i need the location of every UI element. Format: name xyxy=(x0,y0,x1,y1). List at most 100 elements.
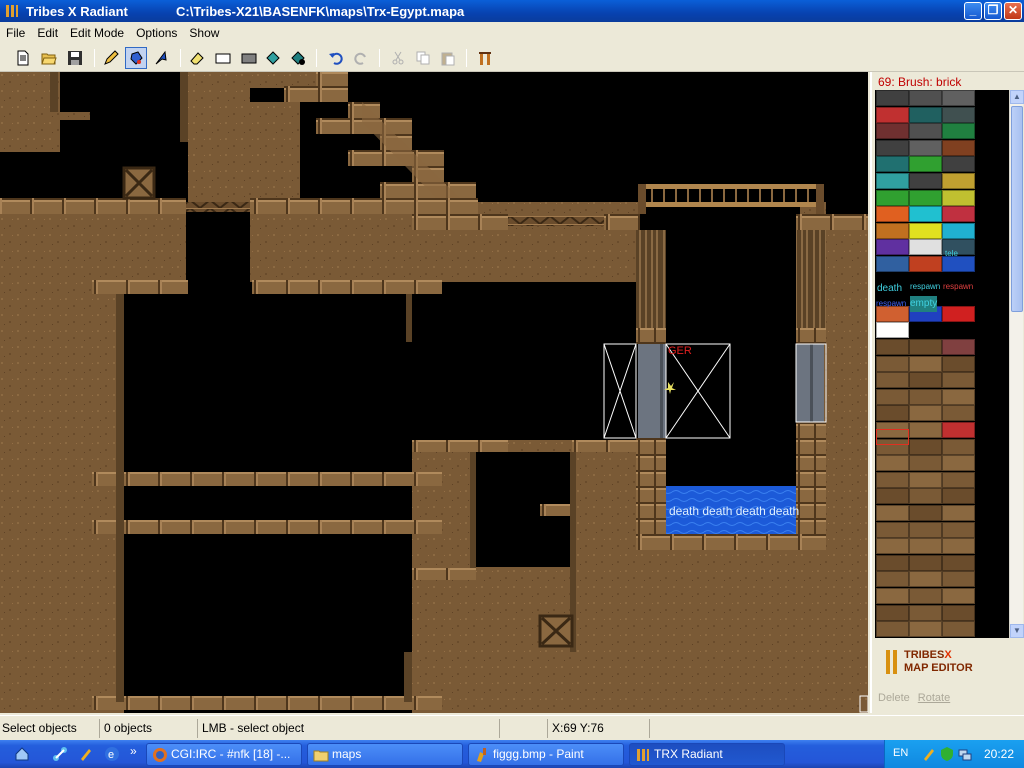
palette-tile[interactable] xyxy=(942,405,975,422)
paint-bucket-icon[interactable] xyxy=(125,47,147,69)
filled-rectangle-icon[interactable] xyxy=(238,47,260,69)
palette-tile[interactable] xyxy=(876,222,909,239)
palette-tile[interactable] xyxy=(909,372,942,389)
palette-tile[interactable] xyxy=(876,455,909,472)
palette-tile[interactable] xyxy=(876,538,909,555)
winamp-tray-icon[interactable] xyxy=(921,746,937,762)
palette-tile[interactable] xyxy=(942,173,975,189)
save-disk-icon[interactable] xyxy=(64,47,86,69)
palette-tile[interactable] xyxy=(909,488,942,505)
palette-tile[interactable] xyxy=(942,139,975,156)
menu-edit[interactable]: Edit xyxy=(31,26,64,40)
palette-tile[interactable] xyxy=(876,156,909,173)
palette-tile[interactable] xyxy=(876,339,909,355)
palette-tile[interactable] xyxy=(909,571,942,588)
palette-tile[interactable] xyxy=(909,239,942,256)
menu-edit-mode[interactable]: Edit Mode xyxy=(64,26,130,40)
palette-tile[interactable] xyxy=(876,604,909,621)
palette-tile[interactable] xyxy=(909,538,942,555)
palette-tile[interactable] xyxy=(909,604,942,621)
task-maps[interactable]: maps xyxy=(307,743,463,766)
palette-tile[interactable] xyxy=(942,621,975,638)
copy-icon[interactable] xyxy=(412,47,434,69)
palette-tile[interactable] xyxy=(909,355,942,372)
palette-tile[interactable] xyxy=(942,588,975,604)
delete-button[interactable]: Delete xyxy=(878,692,910,704)
palette-tile[interactable] xyxy=(876,571,909,588)
palette-tile[interactable] xyxy=(942,455,975,472)
open-folder-icon[interactable] xyxy=(38,47,60,69)
palette-death[interactable]: death xyxy=(877,281,902,297)
palette-tile[interactable] xyxy=(909,405,942,422)
palette-tile[interactable] xyxy=(909,339,942,355)
brush-palette[interactable]: death respawn respawn respawn empty tele xyxy=(875,90,1009,638)
tiles-fill-icon[interactable] xyxy=(287,47,309,69)
palette-respawn-3[interactable]: respawn xyxy=(876,296,906,312)
task-trx-radiant[interactable]: TRX Radiant xyxy=(629,743,785,766)
palette-tile[interactable] xyxy=(909,621,942,638)
palette-tile[interactable] xyxy=(942,189,975,206)
palette-tile[interactable] xyxy=(909,90,942,106)
palette-tile[interactable] xyxy=(909,156,942,173)
paste-icon[interactable] xyxy=(437,47,459,69)
palette-tile[interactable] xyxy=(909,256,942,272)
palette-empty[interactable]: empty xyxy=(910,296,938,312)
palette-tile[interactable] xyxy=(942,123,975,140)
palette-tile[interactable] xyxy=(876,123,909,140)
palette-tile[interactable] xyxy=(909,505,942,521)
palette-tile[interactable] xyxy=(909,471,942,488)
palette-tile[interactable] xyxy=(942,388,975,405)
palette-tile[interactable] xyxy=(909,388,942,405)
palette-tile[interactable] xyxy=(876,322,909,339)
palette-tile[interactable] xyxy=(942,438,975,455)
palette-tile[interactable] xyxy=(876,505,909,521)
palette-tile[interactable] xyxy=(876,256,909,272)
palette-tile[interactable] xyxy=(876,355,909,372)
palette-tile[interactable] xyxy=(876,405,909,422)
network-icon[interactable] xyxy=(52,746,68,762)
palette-tile[interactable] xyxy=(876,372,909,389)
palette-tile[interactable] xyxy=(876,90,909,106)
browser-icon[interactable]: e xyxy=(104,746,120,762)
palette-tile[interactable] xyxy=(909,206,942,223)
palette-tile[interactable] xyxy=(942,538,975,555)
winamp-icon[interactable] xyxy=(78,746,94,762)
palette-tile[interactable] xyxy=(942,521,975,538)
palette-tile[interactable] xyxy=(909,554,942,571)
palette-tile[interactable] xyxy=(909,588,942,604)
bar-icon[interactable] xyxy=(474,47,496,69)
palette-tile[interactable] xyxy=(942,206,975,223)
security-shield-icon[interactable] xyxy=(939,746,955,762)
palette-tile[interactable] xyxy=(942,106,975,123)
redo-icon[interactable] xyxy=(350,47,372,69)
restore-button[interactable]: ❐ xyxy=(984,2,1002,20)
palette-tile[interactable] xyxy=(942,305,975,322)
palette-tile[interactable] xyxy=(909,106,942,123)
clock[interactable]: 20:22 xyxy=(984,747,1014,761)
palette-tile[interactable] xyxy=(942,322,975,339)
palette-tile[interactable] xyxy=(909,521,942,538)
palette-tile[interactable] xyxy=(876,239,909,256)
palette-tile[interactable] xyxy=(876,588,909,604)
palette-tile[interactable] xyxy=(876,554,909,571)
scroll-thumb[interactable] xyxy=(1011,106,1023,312)
palette-tile[interactable] xyxy=(909,438,942,455)
palette-tile[interactable] xyxy=(876,139,909,156)
palette-tile[interactable] xyxy=(942,422,975,438)
palette-tile[interactable] xyxy=(876,521,909,538)
palette-tile[interactable] xyxy=(942,554,975,571)
new-file-icon[interactable] xyxy=(12,47,34,69)
palette-tile[interactable] xyxy=(942,372,975,389)
menu-options[interactable]: Options xyxy=(130,26,183,40)
palette-tile[interactable] xyxy=(876,621,909,638)
select-arrow-icon[interactable] xyxy=(150,47,172,69)
tiles-icon[interactable] xyxy=(262,47,284,69)
palette-tile[interactable] xyxy=(942,471,975,488)
network-tray-icon[interactable] xyxy=(957,746,973,762)
palette-respawn-2[interactable]: respawn xyxy=(943,279,973,295)
palette-tile[interactable] xyxy=(942,571,975,588)
desktop-icon[interactable] xyxy=(14,746,30,762)
palette-tile[interactable] xyxy=(942,339,975,355)
palette-tile[interactable] xyxy=(909,173,942,189)
palette-tile[interactable] xyxy=(876,488,909,505)
